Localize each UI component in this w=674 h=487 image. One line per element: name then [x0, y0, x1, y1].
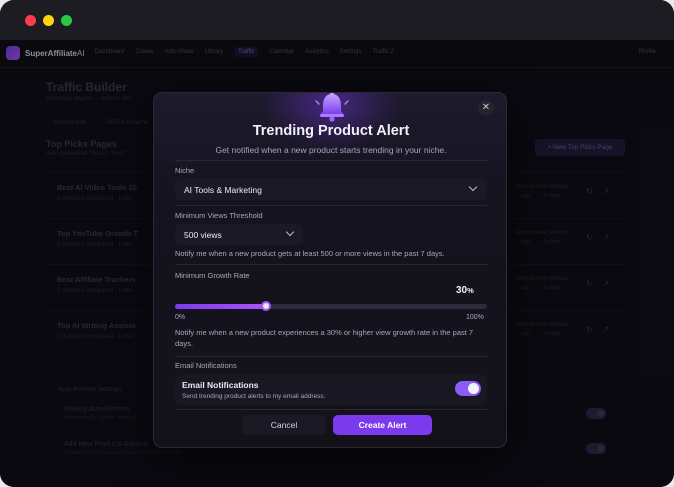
- email-notifications-row: Email Notifications Send trending produc…: [175, 375, 487, 405]
- growth-max-label: 100%: [466, 314, 484, 321]
- email-section-label: Email Notifications: [175, 361, 237, 370]
- divider: [175, 409, 487, 410]
- trending-alert-dialog: ✕ Trending Product Alert Get notified wh…: [153, 92, 507, 448]
- views-threshold-value: 500 views: [184, 230, 222, 240]
- toggle-knob: [468, 383, 479, 394]
- create-alert-button[interactable]: Create Alert: [333, 415, 432, 435]
- minimize-window-button[interactable]: [43, 15, 54, 26]
- window-titlebar: [0, 0, 674, 40]
- chevron-down-icon: [285, 227, 295, 237]
- growth-min-label: 0%: [175, 314, 186, 321]
- dialog-title: Trending Product Alert: [252, 123, 410, 139]
- close-icon[interactable]: ✕: [478, 100, 494, 116]
- maximize-window-button[interactable]: [61, 15, 72, 26]
- bell-icon: [313, 93, 351, 125]
- email-notifications-toggle[interactable]: [455, 381, 481, 396]
- chevron-down-icon: [468, 182, 478, 192]
- views-threshold-note: Notify me when a new product gets at lea…: [175, 249, 445, 258]
- niche-value: AI Tools & Marketing: [184, 185, 262, 195]
- growth-rate-slider[interactable]: [175, 301, 487, 311]
- divider: [175, 160, 487, 161]
- growth-rate-label: Minimum Growth Rate: [175, 271, 250, 280]
- divider: [175, 356, 487, 357]
- email-notifications-subtitle: Send trending product alerts to my email…: [182, 393, 326, 400]
- views-threshold-label: Minimum Views Threshold: [175, 211, 263, 220]
- divider: [175, 205, 487, 206]
- growth-rate-fill: [175, 304, 266, 309]
- email-notifications-title: Email Notifications: [182, 380, 259, 390]
- app-window: SuperAffiliateAI Dashboard Create Auto-Mod…: [0, 0, 674, 487]
- close-window-button[interactable]: [25, 15, 36, 26]
- niche-select[interactable]: AI Tools & Marketing: [175, 179, 487, 200]
- growth-rate-value: 30%: [456, 285, 474, 296]
- divider: [175, 264, 487, 265]
- niche-label: Niche: [175, 166, 195, 175]
- growth-rate-thumb[interactable]: [260, 301, 271, 311]
- growth-rate-note: Notify me when a new product experiences…: [175, 328, 474, 348]
- views-threshold-select[interactable]: 500 views: [175, 224, 303, 245]
- cancel-button[interactable]: Cancel: [242, 415, 326, 435]
- dialog-subtitle: Get notified when a new product starts t…: [215, 145, 447, 155]
